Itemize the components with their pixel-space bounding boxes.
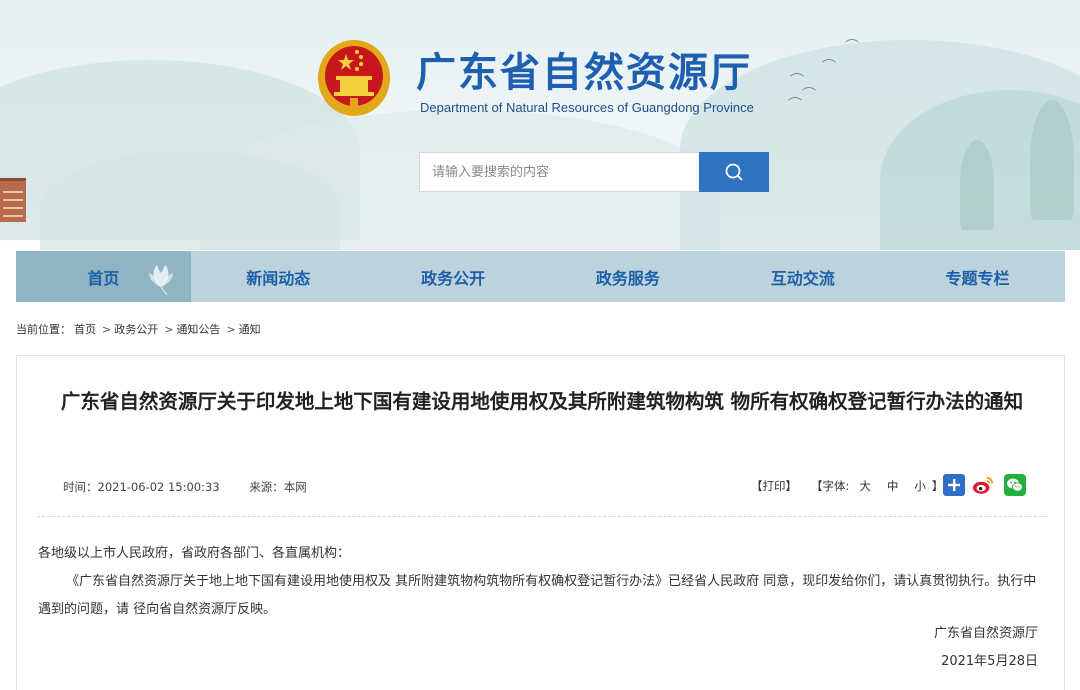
bird-icon: ⌒ <box>845 39 859 55</box>
building-decoration <box>0 178 26 222</box>
nav-item-label: 互动交流 <box>770 268 835 288</box>
header-banner: ⌒ ⌒ ⌒ ⌒ ⌒ 广东省自然资源厅 Department of Natural… <box>0 0 1080 250</box>
tree-decoration <box>1030 100 1074 220</box>
breadcrumb-separator: > <box>164 323 174 336</box>
bird-icon: ⌒ <box>788 97 802 113</box>
nav-item-government-services[interactable]: 政务服务 <box>540 251 715 302</box>
nav-item-home[interactable]: 首页 <box>16 251 191 302</box>
breadcrumb-link-home[interactable]: 首页 <box>74 323 96 336</box>
font-size-small-button[interactable]: 小 <box>914 478 926 494</box>
article-title: 广东省自然资源厅关于印发地上地下国有建设用地使用权及其所附建筑物构筑 物所有权确… <box>60 390 1024 413</box>
bird-icon: ⌒ <box>822 59 836 75</box>
font-size-label: 【字体: <box>811 479 850 493</box>
nav-item-label: 政务公开 <box>421 268 486 288</box>
site-subtitle: Department of Natural Resources of Guang… <box>420 100 754 115</box>
article-meta: 时间：2021-06-02 15:00:33 来源：本网 <box>63 479 333 495</box>
nav-item-label: 专题专栏 <box>945 268 1010 288</box>
nav-item-interaction[interactable]: 互动交流 <box>715 251 890 302</box>
wechat-icon <box>1007 478 1023 492</box>
search-icon <box>725 163 743 181</box>
search-button[interactable] <box>699 152 769 192</box>
breadcrumb-link-announcements[interactable]: 通知公告 <box>176 323 220 336</box>
font-size-large-button[interactable]: 大 <box>859 478 871 494</box>
article-paragraph: 《广东省自然资源厅关于地上地下国有建设用地使用权及 其所附建筑物构筑物所有权确权… <box>38 574 1037 617</box>
article-panel: 广东省自然资源厅关于印发地上地下国有建设用地使用权及其所附建筑物构筑 物所有权确… <box>16 355 1065 690</box>
breadcrumb-link-government-affairs[interactable]: 政务公开 <box>114 323 158 336</box>
article-source: 来源：本网 <box>249 480 307 494</box>
article-body: 各地级以上市人民政府，省政府各部门、各直属机构： 《广东省自然资源厅关于地上地下… <box>38 540 1048 624</box>
share-weibo-button[interactable] <box>972 474 994 496</box>
breadcrumb-prefix: 当前位置： <box>16 323 71 336</box>
article-signature: 广东省自然资源厅 <box>933 626 1038 641</box>
search-input[interactable] <box>419 152 699 192</box>
share-more-button[interactable] <box>943 474 965 496</box>
bird-icon: ⌒ <box>802 87 816 103</box>
weibo-icon <box>972 476 993 494</box>
breadcrumb-separator: > <box>226 323 236 336</box>
article-tools: 【打印】 【字体: 大 中 小 】 <box>751 478 943 494</box>
national-emblem-icon <box>318 40 390 116</box>
print-button[interactable]: 【打印】 <box>751 478 797 494</box>
main-nav: 首页 新闻动态 政务公开 政务服务 互动交流 专题专栏 <box>16 251 1065 302</box>
share-wechat-button[interactable] <box>1004 474 1026 496</box>
plus-icon <box>948 479 960 491</box>
breadcrumb: 当前位置： 首页 > 政务公开 > 通知公告 > 通知 <box>16 321 264 337</box>
nav-item-label: 首页 <box>87 268 120 288</box>
nav-item-label: 政务服务 <box>595 268 660 288</box>
font-size-medium-button[interactable]: 中 <box>887 478 899 494</box>
divider <box>37 516 1047 517</box>
nav-item-label: 新闻动态 <box>246 268 311 288</box>
nav-item-special-topics[interactable]: 专题专栏 <box>890 251 1065 302</box>
font-size-label-close: 】 <box>931 479 944 493</box>
article-salutation: 各地级以上市人民政府，省政府各部门、各直属机构： <box>38 546 351 561</box>
article-signature-block: 广东省自然资源厅 2021年5月28日 <box>934 620 1038 676</box>
site-title: 广东省自然资源厅 <box>416 50 752 96</box>
nav-item-news[interactable]: 新闻动态 <box>191 251 366 302</box>
article-date: 2021年5月28日 <box>941 654 1038 669</box>
breadcrumb-current[interactable]: 通知 <box>239 323 261 336</box>
tree-decoration <box>960 140 994 230</box>
breadcrumb-separator: > <box>102 323 112 336</box>
publish-time: 时间：2021-06-02 15:00:33 <box>63 480 220 494</box>
nav-item-government-affairs[interactable]: 政务公开 <box>366 251 541 302</box>
magnolia-flower-icon <box>148 265 173 296</box>
